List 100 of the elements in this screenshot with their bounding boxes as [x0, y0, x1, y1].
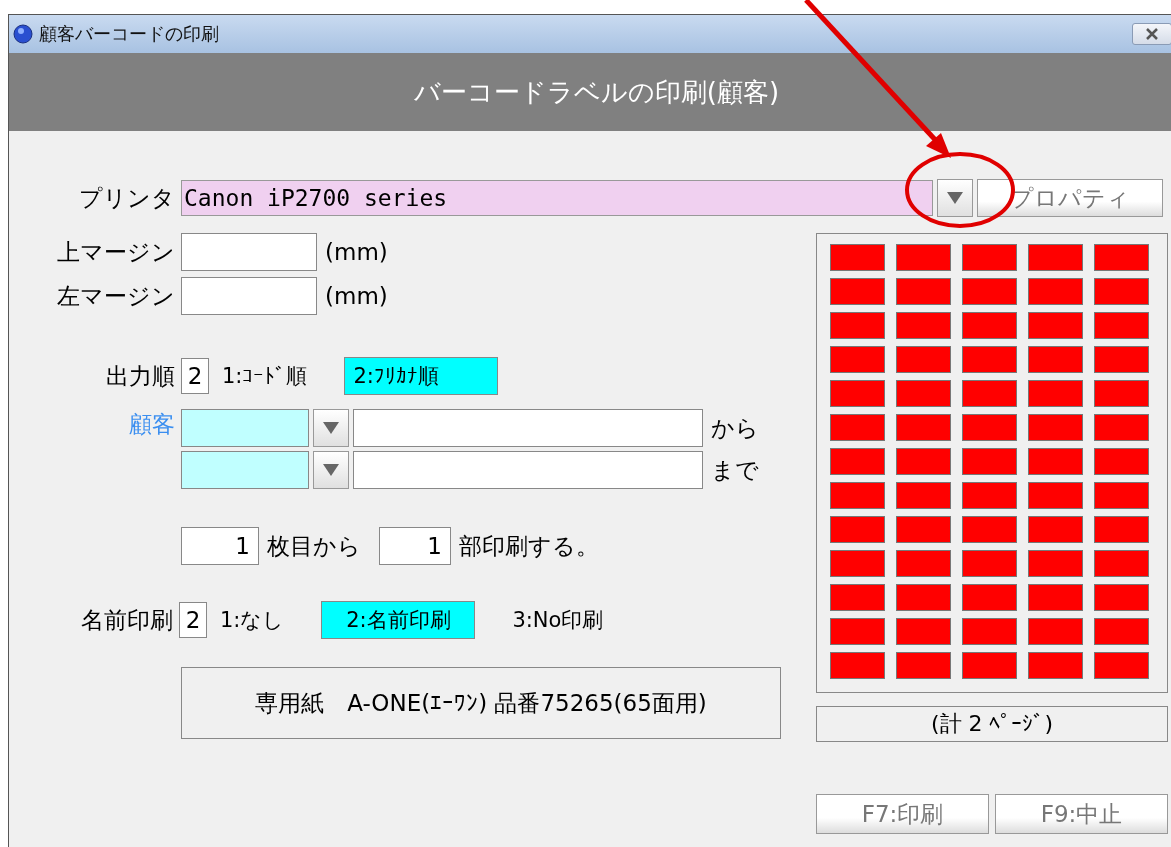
label-cell — [962, 380, 1017, 407]
triangle-down-icon — [946, 191, 964, 205]
output-order-label: 出力順 — [105, 361, 176, 391]
label-cell — [962, 652, 1017, 679]
copies-label: 部印刷する。 — [459, 531, 599, 561]
window-title: 顧客バーコードの印刷 — [39, 22, 219, 46]
label-cell — [962, 312, 1017, 339]
name-print-option[interactable]: 2:名前印刷 — [321, 601, 476, 639]
close-icon — [1145, 28, 1159, 40]
label-cell — [896, 312, 951, 339]
label-cell — [1094, 584, 1149, 611]
margin-label: 上マージン — [56, 237, 176, 267]
label-cell — [830, 448, 885, 475]
output-order-field[interactable]: 2 — [181, 358, 209, 394]
label-cell — [896, 584, 951, 611]
label-cell — [1094, 618, 1149, 645]
label-cell — [962, 244, 1017, 271]
label-cell — [962, 516, 1017, 543]
label-cell — [830, 278, 885, 305]
label-cell — [830, 312, 885, 339]
label-cell — [962, 346, 1017, 373]
label-cell — [962, 414, 1017, 441]
properties-button[interactable]: プロパティ — [977, 179, 1163, 217]
copies-field[interactable]: 1 — [379, 527, 451, 565]
label-cell — [1028, 584, 1083, 611]
label-cell — [1028, 312, 1083, 339]
label-cell — [896, 380, 951, 407]
label-cell — [1094, 516, 1149, 543]
customer-name-field[interactable] — [353, 409, 703, 447]
label-cell — [896, 482, 951, 509]
label-cell — [896, 516, 951, 543]
name-print-option[interactable]: 1:なし — [211, 601, 294, 639]
unit-label: (mm) — [325, 283, 388, 309]
triangle-down-icon — [322, 421, 340, 435]
label-cell — [962, 618, 1017, 645]
label-cell — [1028, 516, 1083, 543]
printer-label: プリンタ — [78, 183, 176, 213]
close-button[interactable] — [1132, 23, 1171, 45]
range-label: から — [711, 413, 759, 443]
label-cell — [830, 618, 885, 645]
label-cell — [1094, 312, 1149, 339]
label-cell — [1094, 244, 1149, 271]
label-cell — [830, 516, 885, 543]
dropdown-button[interactable] — [313, 451, 349, 489]
customer-code-field[interactable] — [181, 451, 309, 489]
triangle-down-icon — [322, 463, 340, 477]
label-cell — [1028, 346, 1083, 373]
margin-label: 左マージン — [56, 281, 176, 311]
label-cell — [896, 550, 951, 577]
label-cell — [1028, 482, 1083, 509]
customer-name-field[interactable] — [353, 451, 703, 489]
label-cell — [830, 346, 885, 373]
customer-label: 顧客 — [128, 410, 176, 439]
label-cell — [1094, 278, 1149, 305]
label-cell — [896, 278, 951, 305]
label-cell — [830, 652, 885, 679]
label-cell — [962, 482, 1017, 509]
name-print-field[interactable]: 2 — [179, 602, 207, 638]
label-cell — [962, 584, 1017, 611]
margin-field[interactable] — [181, 233, 317, 271]
label-cell — [896, 618, 951, 645]
label-cell — [1028, 652, 1083, 679]
label-cell — [896, 346, 951, 373]
label-cell — [830, 414, 885, 441]
label-cell — [962, 448, 1017, 475]
label-cell — [830, 380, 885, 407]
margin-field[interactable] — [181, 277, 317, 315]
function-button[interactable]: F7:印刷 — [816, 794, 989, 834]
label-cell — [1094, 550, 1149, 577]
label-cell — [962, 278, 1017, 305]
name-print-label: 名前印刷 — [80, 605, 174, 635]
label-cell — [830, 584, 885, 611]
start-sheet-field[interactable]: 1 — [181, 527, 259, 565]
dropdown-button[interactable] — [937, 179, 973, 217]
name-print-option[interactable]: 3:No印刷 — [503, 601, 613, 639]
label-cell — [1094, 380, 1149, 407]
label-cell — [1028, 618, 1083, 645]
dropdown-button[interactable] — [313, 409, 349, 447]
label-cell — [1094, 482, 1149, 509]
label-cell — [962, 550, 1017, 577]
label-cell — [896, 244, 951, 271]
label-cell — [1094, 346, 1149, 373]
label-cell — [1028, 380, 1083, 407]
order-option[interactable]: 2:ﾌﾘｶﾅ順 — [344, 357, 499, 395]
paper-note: 専用紙 A-ONE(ｴｰﾜﾝ) 品番75265(65面用) — [181, 667, 781, 739]
label-cell — [1094, 448, 1149, 475]
start-sheet-label: 枚目から — [267, 531, 361, 561]
function-button[interactable]: F9:中止 — [995, 794, 1168, 834]
label-cell — [830, 482, 885, 509]
label-cell — [896, 448, 951, 475]
label-cell — [1028, 244, 1083, 271]
label-cell — [896, 652, 951, 679]
range-label: まで — [711, 455, 759, 485]
label-cell — [896, 414, 951, 441]
app-logo-icon — [13, 24, 33, 44]
label-cell — [1094, 414, 1149, 441]
order-option[interactable]: 1:ｺｰﾄﾞ順 — [213, 357, 317, 395]
printer-field[interactable]: Canon iP2700 series — [181, 180, 933, 216]
label-cell — [1028, 414, 1083, 441]
customer-code-field[interactable] — [181, 409, 309, 447]
